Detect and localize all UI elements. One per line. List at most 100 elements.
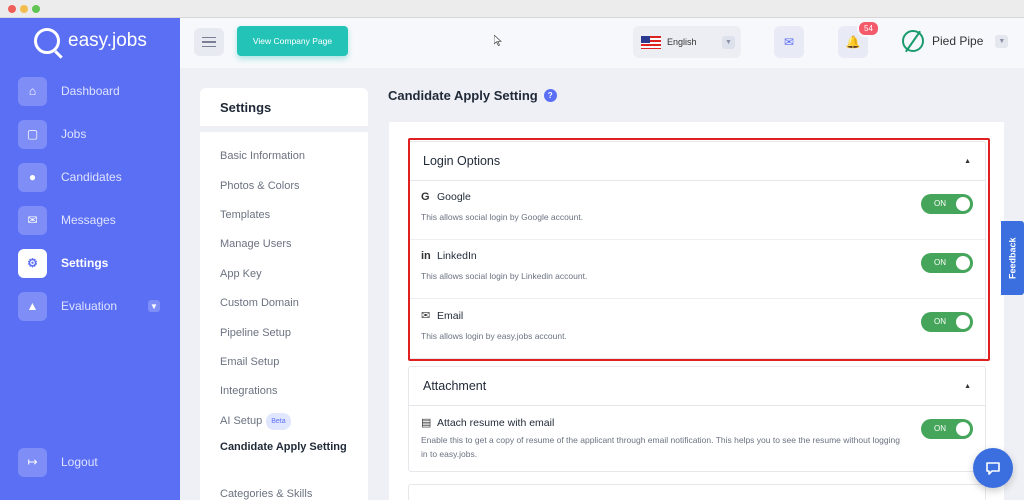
company-name: Pied Pipe	[932, 34, 984, 48]
mouse-cursor-icon	[494, 35, 502, 46]
page-title: Candidate Apply Setting ?	[388, 88, 557, 103]
company-logo-icon	[902, 30, 924, 52]
view-company-page-button[interactable]: View Company Page	[237, 26, 348, 56]
card-title: Attachment	[423, 379, 487, 393]
card-title: Login Options	[423, 154, 501, 168]
sidebar-item-candidates[interactable]: ● Candidates	[18, 162, 168, 192]
bell-icon: 🔔	[845, 35, 861, 49]
hamburger-menu-button[interactable]	[194, 28, 224, 56]
settings-nav-item-integrations[interactable]: Integrations	[200, 377, 368, 406]
sidebar-item-dashboard[interactable]: ⌂ Dashboard	[18, 76, 168, 106]
settings-nav-panel: Settings Basic Information Photos & Colo…	[200, 88, 368, 500]
home-icon: ⌂	[18, 76, 47, 106]
settings-nav-item-email-setup[interactable]: Email Setup	[200, 348, 368, 377]
support-chat-button[interactable]	[973, 448, 1013, 488]
settings-nav-item-manage-users[interactable]: Manage Users	[200, 230, 368, 259]
login-option-google: G Google This allows social login by Goo…	[409, 181, 985, 240]
chevron-down-icon: ▼	[722, 35, 735, 49]
page-title-text: Candidate Apply Setting	[388, 88, 538, 103]
briefcase-icon: ▢	[18, 119, 47, 149]
attachment-card: Attachment ▲ ▤ Attach resume with email …	[408, 366, 986, 472]
option-description: This allows login by easy.jobs account.	[421, 331, 567, 341]
option-description: Enable this to get a copy of resume of t…	[421, 435, 900, 459]
sidebar-item-label: Logout	[61, 455, 98, 469]
settings-nav-title: Settings	[200, 88, 368, 126]
logo-mark-icon	[34, 28, 60, 54]
logout-icon: ↦	[18, 447, 47, 477]
brand-logo[interactable]: easy.jobs	[34, 28, 147, 54]
user-icon: ●	[18, 162, 47, 192]
settings-nav-item-photos-colors[interactable]: Photos & Colors	[200, 171, 368, 200]
sidebar-item-evaluation[interactable]: ▲ Evaluation ▼	[18, 291, 168, 321]
window-titlebar	[0, 0, 1024, 18]
linkedin-icon: in	[421, 250, 431, 262]
graduation-cap-icon: ▲	[18, 291, 47, 321]
next-settings-card	[408, 484, 986, 500]
sidebar-item-label: Dashboard	[61, 84, 120, 98]
beta-badge: Beta	[266, 412, 291, 430]
settings-nav-item-candidate-apply-setting[interactable]: Candidate Apply Setting	[200, 436, 368, 480]
login-options-card: Login Options ▲ G Google This allows soc…	[408, 141, 986, 359]
minimize-window-dot[interactable]	[20, 5, 28, 13]
language-selector[interactable]: English ▼	[633, 26, 741, 58]
us-flag-icon	[641, 35, 661, 49]
email-login-toggle[interactable]: ON	[921, 312, 973, 332]
gear-icon: ⚙	[18, 248, 47, 278]
close-window-dot[interactable]	[8, 5, 16, 13]
menu-line	[202, 41, 216, 43]
login-option-linkedin: in LinkedIn This allows social login by …	[409, 240, 985, 299]
menu-line	[202, 36, 216, 39]
settings-nav-item-pipeline-setup[interactable]: Pipeline Setup	[200, 318, 368, 347]
settings-nav-item-categories-skills[interactable]: Categories & Skills	[200, 480, 368, 500]
sidebar-item-label: Messages	[61, 213, 116, 227]
chevron-down-icon: ▼	[995, 34, 1009, 48]
messages-button[interactable]: ✉	[774, 26, 804, 58]
option-description: This allows social login by Linkedin acc…	[421, 271, 588, 281]
attach-resume-toggle[interactable]: ON	[921, 419, 973, 439]
login-option-email: ✉ Email This allows login by easy.jobs a…	[409, 299, 985, 358]
notification-count-badge: 54	[857, 20, 880, 37]
main-content: Login Options ▲ G Google This allows soc…	[389, 122, 1004, 500]
sidebar-item-label: Evaluation	[61, 299, 118, 313]
topbar: View Company Page English ▼ ✉ 🔔 54 Pied …	[180, 18, 1024, 68]
sidebar-item-jobs[interactable]: ▢ Jobs	[18, 119, 168, 149]
attach-resume-option: ▤ Attach resume with email Enable this t…	[409, 406, 985, 471]
chevron-up-icon: ▲	[964, 157, 971, 165]
sidebar-item-messages[interactable]: ✉ Messages	[18, 205, 168, 235]
login-options-header[interactable]: Login Options ▲	[409, 142, 985, 181]
document-icon: ▤	[421, 417, 432, 429]
option-description: This allows social login by Google accou…	[421, 212, 584, 222]
google-login-toggle[interactable]: ON	[921, 194, 973, 214]
chat-icon: ✉	[18, 205, 47, 235]
sidebar-item-logout[interactable]: ↦ Logout	[18, 447, 168, 477]
menu-line	[202, 45, 216, 48]
settings-nav-list: Basic Information Photos & Colors Templa…	[200, 132, 368, 500]
brand-name: easy.jobs	[68, 30, 147, 51]
settings-nav-item-templates[interactable]: Templates	[200, 201, 368, 230]
help-icon[interactable]: ?	[543, 89, 557, 102]
option-name: Email	[437, 309, 464, 322]
settings-nav-item-custom-domain[interactable]: Custom Domain	[200, 289, 368, 318]
linkedin-login-toggle[interactable]: ON	[921, 253, 973, 273]
settings-nav-label: AI Setup	[220, 414, 263, 427]
option-name: LinkedIn	[437, 250, 477, 262]
language-label: English	[667, 37, 697, 47]
attachment-header[interactable]: Attachment ▲	[409, 367, 985, 406]
settings-nav-item-ai-setup[interactable]: AI Setup Beta	[200, 407, 368, 436]
sidebar-item-label: Jobs	[61, 127, 87, 141]
feedback-tab[interactable]: Feedback	[1001, 221, 1024, 295]
sidebar-item-label: Settings	[61, 256, 109, 270]
chat-bubbles-icon: ✉	[783, 35, 795, 49]
chevron-down-icon[interactable]: ▼	[148, 300, 160, 312]
option-name: Attach resume with email	[437, 416, 555, 429]
sidebar-item-label: Candidates	[61, 170, 122, 184]
company-switcher[interactable]: Pied Pipe ▼	[902, 30, 1009, 52]
option-name: Google	[437, 191, 471, 203]
google-icon: G	[421, 191, 430, 203]
sidebar-item-settings[interactable]: ⚙ Settings	[18, 248, 168, 278]
settings-nav-item-app-key[interactable]: App Key	[200, 260, 368, 289]
maximize-window-dot[interactable]	[32, 5, 40, 13]
chat-bubble-icon	[986, 462, 1000, 475]
chevron-up-icon: ▲	[964, 382, 971, 390]
settings-nav-item-basic-information[interactable]: Basic Information	[200, 142, 368, 171]
